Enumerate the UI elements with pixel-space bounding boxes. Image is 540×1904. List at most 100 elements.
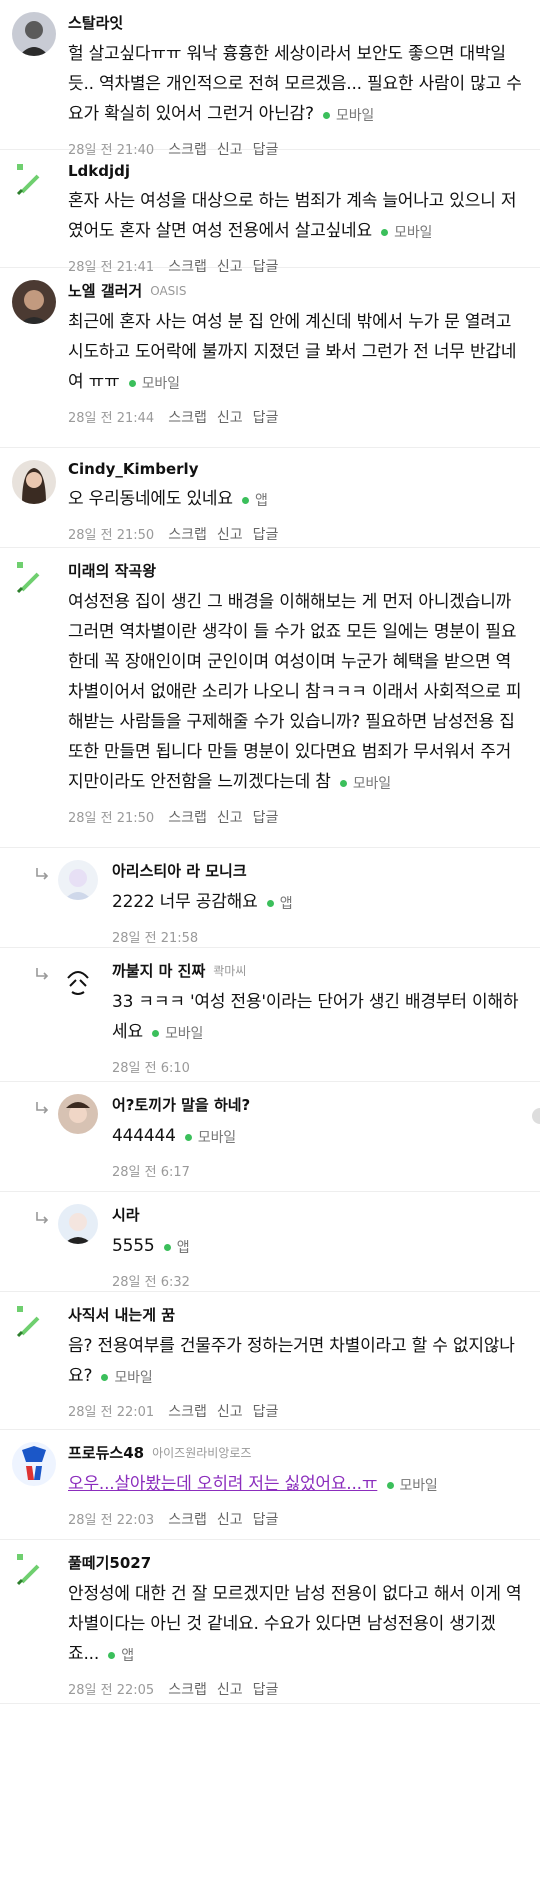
comment-meta: 28일 전 22:01 스크랩 신고 답글 bbox=[68, 1401, 526, 1421]
reply-content: 까불지 마 진짜 콱마씨 33 ㅋㅋㅋ '여성 전용'이라는 단어가 생긴 배경… bbox=[112, 948, 540, 1086]
reply-button[interactable]: 답글 bbox=[253, 1679, 279, 1699]
comment-text: 혼자 사는 여성을 대상으로 하는 범죄가 계속 늘어나고 있으니 저였어도 혼… bbox=[68, 186, 526, 248]
timestamp: 28일 전 22:01 bbox=[68, 1405, 155, 1420]
pencil-icon bbox=[16, 1306, 40, 1338]
comment-content: 미래의 작곡왕 여성전용 집이 생긴 그 배경을 이해해보는 게 먼저 아니겠습… bbox=[68, 548, 540, 837]
scrap-button[interactable]: 스크랩 bbox=[168, 1401, 207, 1421]
report-button[interactable]: 신고 bbox=[217, 1679, 243, 1699]
reply-item: 까불지 마 진짜 콱마씨 33 ㅋㅋㅋ '여성 전용'이라는 단어가 생긴 배경… bbox=[0, 948, 540, 1082]
comment-meta: 28일 전 22:05 스크랩 신고 답글 bbox=[68, 1679, 526, 1699]
report-button[interactable]: 신고 bbox=[217, 807, 243, 827]
comment-meta: 28일 전 21:50 스크랩 신고 답글 bbox=[68, 524, 526, 544]
pencil-icon bbox=[16, 164, 40, 196]
avatar[interactable] bbox=[12, 12, 56, 56]
source-badge: 모바일 bbox=[128, 369, 180, 399]
comment-author[interactable]: 노엘 갤러거 bbox=[68, 280, 142, 301]
timestamp: 28일 전 22:03 bbox=[68, 1513, 155, 1528]
reply-content: 어?토끼가 말을 하네? 444444 모바일 28일 전 6:17 bbox=[112, 1082, 540, 1190]
report-button[interactable]: 신고 bbox=[217, 407, 243, 427]
comment-text: 헐 살고싶다ㅠㅠ 워낙 흉흉한 세상이라서 보안도 좋으면 대박일 듯.. 역차… bbox=[68, 39, 526, 131]
comment-text: 오우...살아봤는데 오히려 저는 싫었어요...ㅠ 모바일 bbox=[68, 1469, 526, 1501]
comment-author[interactable]: Ldkdjdj bbox=[68, 162, 130, 180]
source-badge: 모바일 bbox=[101, 1363, 153, 1393]
reply-meta: 28일 전 6:17 bbox=[112, 1161, 526, 1180]
comment-item: 스탈라잇 헐 살고싶다ㅠㅠ 워낙 흉흉한 세상이라서 보안도 좋으면 대박일 듯… bbox=[0, 0, 540, 158]
avatar[interactable] bbox=[58, 960, 98, 1000]
comment-item: 미래의 작곡왕 여성전용 집이 생긴 그 배경을 이해해보는 게 먼저 아니겠습… bbox=[0, 548, 540, 848]
comment-meta: 28일 전 21:44 스크랩 신고 답글 bbox=[68, 407, 526, 427]
reply-author[interactable]: 까불지 마 진짜 bbox=[112, 960, 205, 981]
reply-meta: 28일 전 21:58 bbox=[112, 927, 526, 946]
comment-text: 여성전용 집이 생긴 그 배경을 이해해보는 게 먼저 아니겠습니까 그러면 역… bbox=[68, 587, 526, 799]
comment-author[interactable]: 프로듀스48 bbox=[68, 1442, 144, 1463]
avatar[interactable] bbox=[58, 1204, 98, 1244]
source-badge: 앱 bbox=[242, 486, 268, 516]
reply-arrow-icon bbox=[36, 968, 49, 980]
reply-arrow-icon bbox=[36, 868, 49, 880]
comment-author[interactable]: 사직서 내는게 꿈 bbox=[68, 1304, 175, 1325]
scrap-button[interactable]: 스크랩 bbox=[168, 1509, 207, 1529]
reply-arrow-icon bbox=[36, 1212, 49, 1224]
source-badge: 모바일 bbox=[152, 1019, 203, 1049]
user-tag: 아이즈원라비앙로즈 bbox=[152, 1446, 252, 1460]
reply-meta: 28일 전 6:32 bbox=[112, 1271, 526, 1290]
avatar[interactable] bbox=[12, 1442, 56, 1486]
comment-item: 사직서 내는게 꿈 음? 전용여부를 건물주가 정하는거면 차별이라고 할 수 … bbox=[0, 1292, 540, 1430]
reply-content: 시라 5555 앱 28일 전 6:32 bbox=[112, 1192, 540, 1300]
reply-content: 아리스티아 라 모니크 2222 너무 공감해요 앱 28일 전 21:58 bbox=[112, 848, 540, 956]
reply-button[interactable]: 답글 bbox=[253, 1401, 279, 1421]
comment-content: 사직서 내는게 꿈 음? 전용여부를 건물주가 정하는거면 차별이라고 할 수 … bbox=[68, 1292, 540, 1431]
report-button[interactable]: 신고 bbox=[217, 524, 243, 544]
source-badge: 모바일 bbox=[386, 1471, 438, 1501]
report-button[interactable]: 신고 bbox=[217, 1401, 243, 1421]
comment-item: 풀떼기5027 안정성에 대한 건 잘 모르겠지만 남성 전용이 없다고 해서 … bbox=[0, 1540, 540, 1704]
source-badge: 모바일 bbox=[339, 769, 391, 799]
scrap-button[interactable]: 스크랩 bbox=[168, 1679, 207, 1699]
comment-content: Cindy_Kimberly 오 우리동네에도 있네요 앱 28일 전 21:5… bbox=[68, 448, 540, 554]
comment-link[interactable]: 오우...살아봤는데 오히려 저는 싫었어요...ㅠ bbox=[68, 1474, 378, 1494]
reply-author[interactable]: 시라 bbox=[112, 1204, 140, 1225]
comment-content: 노엘 갤러거 OASIS 최근에 혼자 사는 여성 분 집 안에 계신데 밖에서… bbox=[68, 268, 540, 437]
comment-text: 오 우리동네에도 있네요 앱 bbox=[68, 484, 526, 516]
avatar[interactable] bbox=[12, 460, 56, 504]
source-badge: 앱 bbox=[108, 1641, 134, 1671]
reply-button[interactable]: 답글 bbox=[253, 407, 279, 427]
reply-button[interactable]: 답글 bbox=[253, 524, 279, 544]
comment-text: 최근에 혼자 사는 여성 분 집 안에 계신데 밖에서 누가 문 열려고 시도하… bbox=[68, 307, 526, 399]
avatar[interactable] bbox=[58, 1094, 98, 1134]
comment-author[interactable]: Cindy_Kimberly bbox=[68, 460, 198, 478]
reply-button[interactable]: 답글 bbox=[253, 807, 279, 827]
timestamp: 28일 전 22:05 bbox=[68, 1683, 155, 1698]
reply-arrow-icon bbox=[36, 1102, 49, 1114]
comment-item: 프로듀스48 아이즈원라비앙로즈 오우...살아봤는데 오히려 저는 싫었어요.… bbox=[0, 1430, 540, 1540]
reply-button[interactable]: 답글 bbox=[253, 1509, 279, 1529]
scrap-button[interactable]: 스크랩 bbox=[168, 407, 207, 427]
comment-content: 프로듀스48 아이즈원라비앙로즈 오우...살아봤는데 오히려 저는 싫었어요.… bbox=[68, 1430, 540, 1539]
reply-item: 아리스티아 라 모니크 2222 너무 공감해요 앱 28일 전 21:58 bbox=[0, 848, 540, 948]
comment-content: 풀떼기5027 안정성에 대한 건 잘 모르겠지만 남성 전용이 없다고 해서 … bbox=[68, 1540, 540, 1709]
comment-list: 스탈라잇 헐 살고싶다ㅠㅠ 워낙 흉흉한 세상이라서 보안도 좋으면 대박일 듯… bbox=[0, 0, 540, 1704]
comment-author[interactable]: 풀떼기5027 bbox=[68, 1552, 151, 1573]
report-button[interactable]: 신고 bbox=[217, 1509, 243, 1529]
comment-author[interactable]: 미래의 작곡왕 bbox=[68, 560, 156, 581]
timestamp: 28일 전 6:17 bbox=[112, 1164, 190, 1180]
timestamp: 28일 전 21:50 bbox=[68, 811, 155, 826]
comment-meta: 28일 전 22:03 스크랩 신고 답글 bbox=[68, 1509, 526, 1529]
source-badge: 모바일 bbox=[381, 218, 432, 248]
avatar[interactable] bbox=[12, 280, 56, 324]
comment-meta: 28일 전 21:50 스크랩 신고 답글 bbox=[68, 807, 526, 827]
reply-text: 5555 앱 bbox=[112, 1231, 526, 1263]
timestamp: 28일 전 21:50 bbox=[68, 528, 155, 543]
source-badge: 앱 bbox=[163, 1233, 190, 1263]
comment-text: 음? 전용여부를 건물주가 정하는거면 차별이라고 할 수 없지않나요? 모바일 bbox=[68, 1331, 526, 1393]
reply-meta: 28일 전 6:10 bbox=[112, 1057, 526, 1076]
avatar[interactable] bbox=[58, 860, 98, 900]
scrap-button[interactable]: 스크랩 bbox=[168, 524, 207, 544]
comment-author[interactable]: 스탈라잇 bbox=[68, 12, 123, 33]
comment-item: Ldkdjdj 혼자 사는 여성을 대상으로 하는 범죄가 계속 늘어나고 있으… bbox=[0, 150, 540, 275]
pencil-icon bbox=[16, 562, 40, 594]
comment-text: 안정성에 대한 건 잘 모르겠지만 남성 전용이 없다고 해서 이게 역차별이다… bbox=[68, 1579, 526, 1671]
reply-author[interactable]: 아리스티아 라 모니크 bbox=[112, 860, 247, 881]
scrap-button[interactable]: 스크랩 bbox=[168, 807, 207, 827]
reply-author[interactable]: 어?토끼가 말을 하네? bbox=[112, 1094, 250, 1115]
